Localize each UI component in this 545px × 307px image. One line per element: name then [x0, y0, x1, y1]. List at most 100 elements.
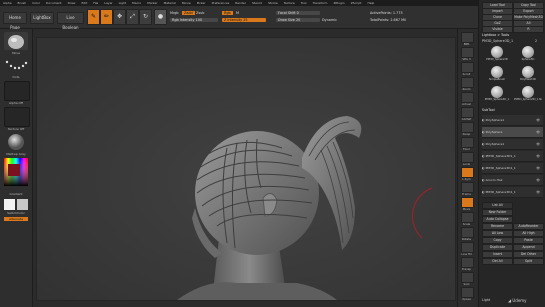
subtool-item[interactable]: ◐ PolySphere 👁	[482, 127, 543, 138]
tray-new-folder-button[interactable]: New Folder	[482, 209, 513, 216]
menu-item-marker[interactable]: Marker	[147, 1, 157, 5]
alpha-selector[interactable]	[4, 81, 30, 101]
scale-button[interactable]: ⤢	[126, 9, 139, 25]
menu-item-texture[interactable]: Texture	[284, 1, 295, 5]
visibility-eye-icon[interactable]: 👁	[536, 127, 540, 137]
lightbox-button[interactable]: LightBox	[30, 12, 54, 24]
tray-rename-button[interactable]: Rename	[482, 223, 513, 230]
menu-item-document[interactable]: Document	[46, 1, 62, 5]
tray-auto-collapse-button[interactable]: Auto Collapse	[482, 216, 513, 223]
menu-item-layer[interactable]: Layer	[104, 1, 112, 5]
menu-item-alpha[interactable]: Alpha	[3, 1, 12, 5]
dynamic-toggle[interactable]: Dynamic	[322, 18, 337, 22]
mrgb-toggle[interactable]: Mrgb	[170, 11, 179, 15]
brush-selector[interactable]	[4, 32, 28, 50]
menu-item-brush[interactable]: Brush	[18, 1, 27, 5]
rgb-intensity-slider[interactable]: Rgb Intensity 100	[170, 18, 218, 22]
menu-item-material[interactable]: Material	[164, 1, 176, 5]
zsub-toggle[interactable]: Zsub	[196, 11, 204, 15]
menu-item-movie[interactable]: Movie	[182, 1, 191, 5]
tool-thumbnail[interactable]: PolyMesh3D	[514, 66, 542, 85]
live-boolean-button[interactable]: Live Boolean	[57, 12, 84, 30]
tray-del-other-button[interactable]: Del Other	[513, 251, 544, 258]
visibility-eye-icon[interactable]: 👁	[536, 163, 540, 173]
subtool-item[interactable]: ◐ PolySphere1 👁	[482, 115, 543, 126]
menu-item-light[interactable]: Light	[119, 1, 127, 5]
menu-item-file[interactable]: File	[93, 1, 98, 5]
visibility-eye-icon[interactable]: 👁	[536, 187, 540, 197]
tool-thumbnail[interactable]: PM3D_Sphere3D	[483, 46, 511, 65]
m-toggle[interactable]: M	[236, 11, 239, 15]
menu-item-transform[interactable]: Transform	[313, 1, 328, 5]
texture-label: Texture Off	[7, 127, 25, 131]
udemy-watermark: ◢ Udemy	[508, 298, 527, 303]
menu-item-macro[interactable]: Macro	[132, 1, 141, 5]
menu-item-help[interactable]: Help	[367, 1, 374, 5]
tray-visible-button[interactable]: Visible	[482, 26, 513, 33]
menu-item-draw[interactable]: Draw	[68, 1, 76, 5]
subtool-item[interactable]: ◐ PolySphere1 👁	[482, 139, 543, 150]
menu-item-zplugin[interactable]: ZPlugin	[333, 1, 344, 5]
visibility-eye-icon[interactable]: 👁	[536, 151, 540, 161]
menu-item-stencil[interactable]: Stencil	[252, 1, 262, 5]
stroke-selector[interactable]	[4, 57, 28, 75]
shelf-label: Zoom	[462, 87, 471, 91]
tray-all-high-button[interactable]: All High	[513, 230, 544, 237]
menu-item-picker[interactable]: Picker	[197, 1, 206, 5]
tray-all-low-button[interactable]: All Low	[482, 230, 513, 237]
move-button[interactable]: ✥	[113, 9, 126, 25]
tool-thumbnail[interactable]: SimpleBrush	[483, 66, 511, 85]
tool-thumbnail[interactable]: Sphere3D	[514, 46, 542, 65]
tool-thumbnail[interactable]: PM3D_Sphere3D_1 No	[514, 86, 542, 105]
tray-append-button[interactable]: Append	[513, 244, 544, 251]
tool-thumbnail[interactable]: PM3D_Sphere3D_1	[483, 86, 511, 105]
tray-r-button[interactable]: R	[513, 26, 544, 33]
rgb-toggle[interactable]: Rgb	[222, 11, 233, 15]
current-tool-name[interactable]: PM3D_Sphere3D_1	[482, 39, 513, 44]
home-page-button[interactable]: Home Page	[3, 12, 27, 30]
draw-size-slider[interactable]: Draw Size 20	[276, 18, 320, 22]
menu-item-stroke[interactable]: Stroke	[268, 1, 278, 5]
subtool-item[interactable]: ◐ PM3D_Sphere3D1_1 👁	[482, 187, 543, 198]
shelf-label: Scroll	[462, 72, 471, 76]
top-toolbar: Home Page LightBox Live Boolean ✎ ✏ ✥ ⤢ …	[0, 6, 545, 30]
zadd-toggle[interactable]: Zadd	[182, 11, 195, 15]
main-color-swatch[interactable]	[4, 199, 15, 210]
menu-item-tool[interactable]: Tool	[301, 1, 307, 5]
tray-duplicate-button[interactable]: Duplicate	[482, 244, 513, 251]
subtool-header[interactable]: SubTool	[482, 108, 495, 113]
visibility-eye-icon[interactable]: 👁	[536, 175, 540, 185]
viewport-canvas[interactable]	[36, 37, 456, 301]
subtool-item[interactable]: ◐ PM3D_Sphere3D1_1 👁	[482, 163, 543, 174]
tray-paste-button[interactable]: Paste	[513, 237, 544, 244]
focal-shift-slider[interactable]: Focal Shift 0	[276, 11, 320, 15]
material-selector[interactable]	[4, 133, 28, 151]
tray-list-all-button[interactable]: List All	[482, 202, 513, 209]
menu-item-render[interactable]: Render	[235, 1, 246, 5]
lightbox-tools-button[interactable]: Lightbox > Tools	[482, 33, 509, 38]
subtool-item[interactable]: ◐ PM3D_Sphere3D1_1 👁	[482, 151, 543, 162]
tray-autoreorder-button[interactable]: AutoReorder	[513, 223, 544, 230]
menu-item-edit[interactable]: Edit	[81, 1, 87, 5]
tray-copy-button[interactable]: Copy	[482, 237, 513, 244]
alternate-button[interactable]: Alternate	[4, 217, 28, 221]
tray-insert-button[interactable]: Insert	[482, 251, 513, 258]
rotate-button[interactable]: ↻	[139, 9, 152, 25]
draw-button[interactable]: ✏	[100, 9, 113, 25]
menu-item-preferences[interactable]: Preferences	[212, 1, 230, 5]
tray-split-button[interactable]: Split	[513, 258, 544, 265]
edit-icon: ✎	[90, 13, 97, 20]
material-sphere-button[interactable]: ●	[154, 9, 167, 25]
visibility-eye-icon[interactable]: 👁	[536, 139, 540, 149]
edit-button[interactable]: ✎	[87, 9, 100, 25]
color-picker[interactable]	[4, 158, 28, 190]
texture-selector[interactable]	[4, 107, 30, 127]
visibility-eye-icon[interactable]: 👁	[536, 115, 540, 125]
menu-item-zscript[interactable]: ZScript	[351, 1, 362, 5]
tray-del-all-button[interactable]: Del All	[482, 258, 513, 265]
secondary-color-swatch[interactable]	[17, 199, 28, 210]
subtool-item[interactable]: ◐ Groom Hair 👁	[482, 175, 543, 186]
z-intensity-slider[interactable]: Z Intensity 25	[222, 18, 266, 22]
switch-color-label[interactable]: SwitchColor	[0, 211, 32, 215]
menu-item-color[interactable]: Color	[32, 1, 40, 5]
